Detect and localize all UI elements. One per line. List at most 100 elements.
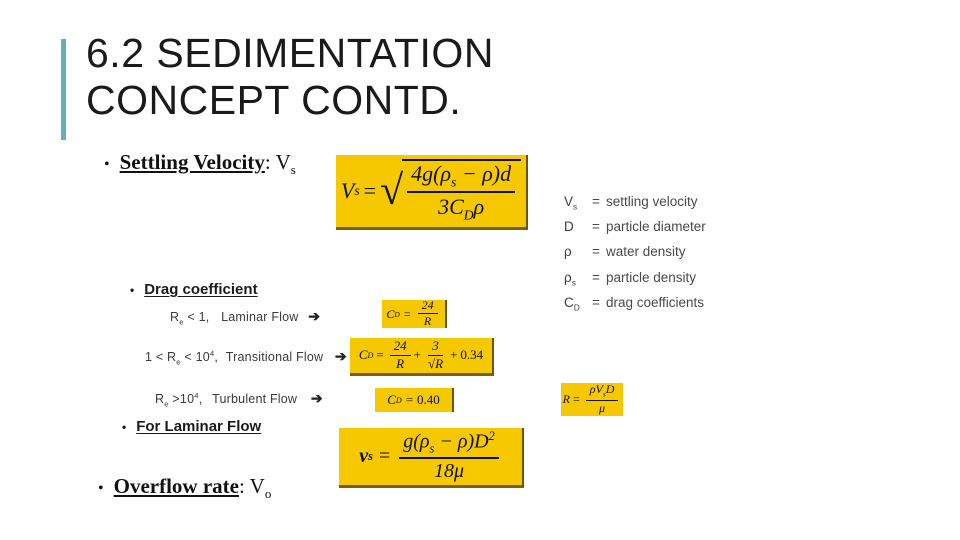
legend-symbol-main: ρ — [564, 269, 572, 285]
formula-cdu-eq: = — [405, 392, 414, 407]
slide-canvas: 6.2 SEDIMENTATION CONCEPT CONTD. • Settl… — [0, 0, 960, 540]
legend-equals: = — [592, 294, 600, 310]
formula-sv-eq: = — [363, 177, 377, 203]
formula-box-cd-transitional: CD = 24 R + 3 √R + 0.34 — [350, 338, 494, 376]
radical-icon: √ — [380, 167, 404, 214]
formula-cdl-eq: = — [403, 306, 411, 321]
formula-cdu-lhs: C — [387, 392, 396, 407]
formula-box-reynolds: R = ρVsD μ — [561, 383, 623, 416]
formula-cdl-den: R — [423, 314, 432, 328]
flow-condition-laminar: Re < 1, Laminar Flow ➔ — [170, 308, 320, 327]
arrow-right-icon: ➔ — [310, 390, 323, 406]
legend-symbol-main: C — [564, 294, 574, 310]
bullet-drag-coefficient: • Drag coefficient — [130, 281, 258, 298]
formula-st-lhs: v — [359, 444, 369, 467]
legend-definition: drag coefficients — [606, 294, 705, 310]
bullet-marker-icon: • — [130, 283, 135, 297]
legend-symbol: Vs — [564, 192, 592, 217]
condition-rest: < 1, — [183, 310, 210, 324]
legend-symbol: D — [564, 217, 592, 242]
bullet-settling-velocity: • Settling Velocity: Vs — [104, 150, 296, 178]
formula-cd-transitional: CD = 24 R + 3 √R + 0.34 — [359, 339, 483, 371]
condition-prefix: 1 < R — [145, 350, 177, 364]
condition-prefix: R — [155, 392, 165, 406]
formula-sv-num-main: 4g(ρ — [411, 161, 452, 187]
legend-row: D = particle diameter — [564, 217, 706, 242]
formula-st-num-rest: − ρ)D — [434, 430, 489, 453]
formula-cdt-term2: 3 √R — [424, 339, 447, 371]
formula-sv-sqrt: √ 4g(ρs − ρ)d 3CDρ — [380, 159, 522, 223]
formula-st-num-main: g(ρ — [403, 430, 430, 453]
formula-cdl-fraction: 24 R — [417, 300, 438, 328]
formula-cdt-term1: 24 R — [389, 339, 411, 371]
bullet-overflow-rate: • Overflow rate: Vo — [98, 474, 271, 502]
arrow-right-icon: ➔ — [334, 348, 347, 364]
formula-box-settling-velocity: Vs = √ 4g(ρs − ρ)d 3CDρ — [336, 155, 528, 230]
formula-sv-lhs-sub: s — [354, 182, 360, 198]
formula-cdu-value: 0.40 — [417, 392, 440, 407]
formula-stokes: vs = g(ρs − ρ)D2 18μ — [359, 428, 502, 483]
formula-st-lhs-sub: s — [368, 448, 373, 463]
formula-cdt-term1-den: R — [396, 355, 405, 371]
formula-re-lhs: R — [562, 391, 570, 406]
title-accent-bar — [61, 39, 66, 140]
formula-sv-den-main: 3C — [438, 193, 464, 219]
formula-cdt-plus2: + — [450, 347, 458, 363]
formula-sv-lhs: V — [340, 177, 355, 203]
formula-re-num: ρVsD — [585, 383, 619, 401]
bullet-marker-icon: • — [98, 480, 104, 497]
formula-sv-den-sub: D — [463, 207, 474, 223]
formula-sv-radicand: 4g(ρs − ρ)d 3CDρ — [402, 159, 522, 223]
formula-cdt-eq: = — [376, 347, 384, 363]
bullet-for-laminar-flow-label: For Laminar Flow — [136, 418, 262, 435]
formula-box-stokes: vs = g(ρs − ρ)D2 18μ — [339, 428, 524, 488]
condition-tail: , — [198, 392, 203, 406]
bullet-overflow-rate-suffix-sub: o — [264, 486, 272, 502]
legend-equals: = — [592, 219, 600, 235]
legend-symbol-sub: s — [571, 277, 576, 288]
legend-symbol-sub: D — [573, 302, 580, 313]
bullet-settling-velocity-text: Settling Velocity: Vs — [120, 150, 296, 178]
legend-symbol-main: ρ — [564, 244, 572, 260]
formula-re-fraction: ρVsD μ — [585, 383, 619, 415]
legend-symbol: ρ — [564, 242, 592, 267]
legend-symbol-main: V — [564, 194, 574, 209]
legend-row: ρs = particle density — [564, 268, 706, 293]
legend-equals: = — [592, 244, 600, 260]
formula-cdt-term1-num: 24 — [389, 339, 411, 356]
formula-st-fraction: g(ρs − ρ)D2 18μ — [399, 428, 499, 483]
formula-sv-num-rest: − ρ)d — [456, 161, 512, 187]
condition-rest: < 10 — [180, 350, 210, 364]
bullet-settling-velocity-label: Settling Velocity — [119, 150, 265, 174]
formula-cdl-num: 24 — [417, 300, 438, 315]
bullet-settling-velocity-suffix: : V — [264, 150, 291, 174]
formula-re-eq: = — [572, 391, 580, 406]
condition-name: Transitional Flow — [225, 350, 324, 364]
legend-symbol-main: D — [564, 219, 574, 235]
legend-symbol-sub: s — [573, 201, 578, 212]
formula-reynolds: R = ρVsD μ — [563, 383, 622, 415]
condition-rest: >10 — [168, 392, 195, 406]
arrow-right-icon: ➔ — [308, 308, 321, 324]
flow-condition-turbulent: Re >104, Turbulent Flow ➔ — [155, 390, 323, 409]
formula-cdt-term2-den: √R — [428, 355, 444, 371]
bullet-drag-coefficient-label: Drag coefficient — [144, 281, 258, 298]
condition-prefix: R — [170, 310, 180, 324]
legend-equals: = — [592, 269, 600, 285]
bullet-marker-icon: • — [104, 156, 110, 173]
bullet-overflow-rate-label: Overflow rate — [113, 474, 239, 498]
formula-re-num-main: ρV — [589, 383, 603, 397]
legend-definition: particle diameter — [606, 219, 706, 235]
formula-cdt-plus1: + — [413, 347, 421, 363]
formula-st-num: g(ρs − ρ)D2 — [399, 428, 499, 460]
formula-cdt-term2-num: 3 — [428, 339, 443, 356]
formula-st-den: 18μ — [433, 460, 465, 483]
formula-settling-velocity: Vs = √ 4g(ρs − ρ)d 3CDρ — [340, 159, 522, 223]
formula-cdu-lhs-sub: D — [395, 395, 402, 405]
bullet-marker-icon: • — [122, 420, 127, 434]
formula-st-num-sup: 2 — [488, 428, 495, 443]
formula-box-cd-turbulent: CD = 0.40 — [375, 388, 454, 412]
bullet-settling-velocity-suffix-sub: s — [290, 162, 296, 178]
legend-definition: particle density — [606, 269, 697, 285]
legend-row: CD = drag coefficients — [564, 293, 706, 318]
